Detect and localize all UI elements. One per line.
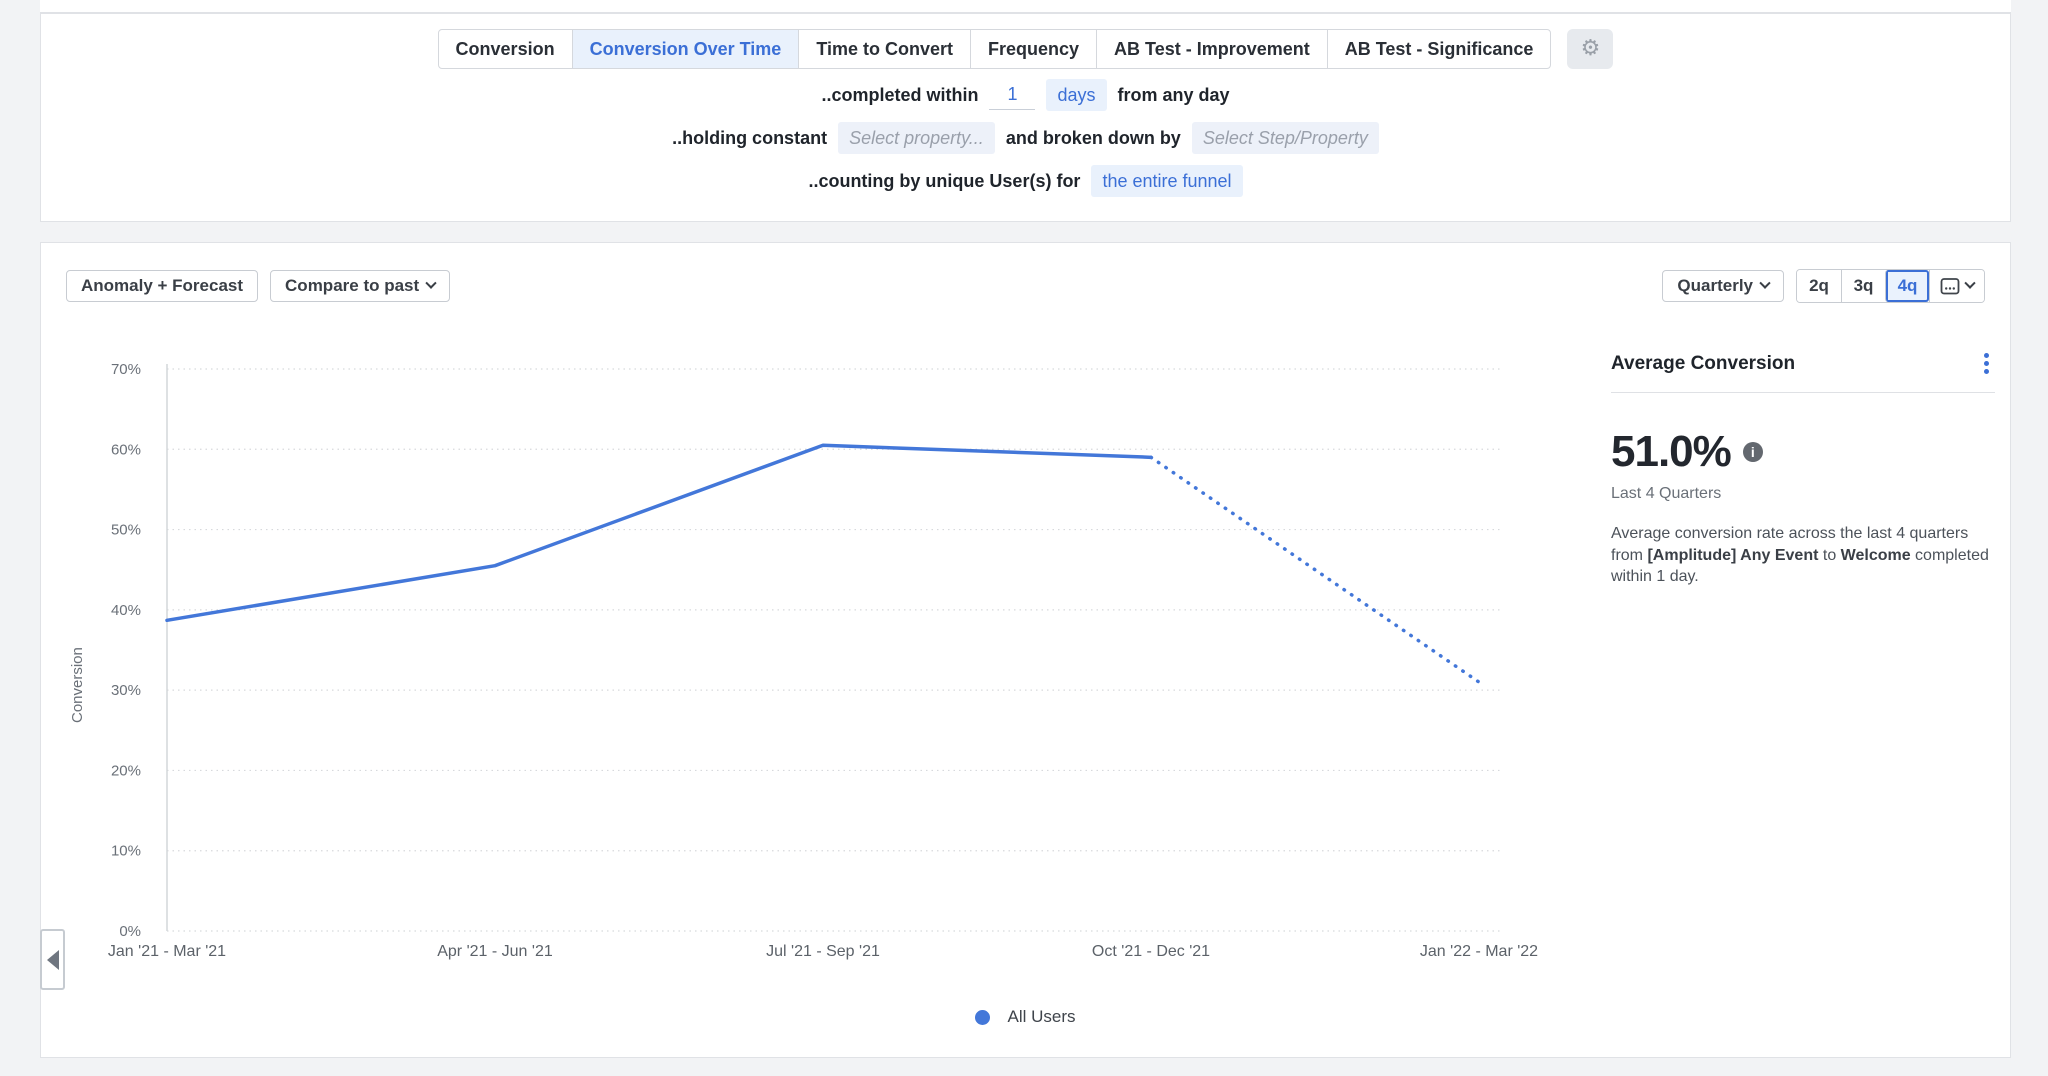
range-4q-button[interactable]: 4q (1885, 270, 1929, 302)
page: Conversion Conversion Over Time Time to … (0, 0, 2048, 1076)
range-3q-button[interactable]: 3q (1841, 270, 1885, 302)
svg-text:30%: 30% (111, 682, 141, 699)
holding-constant-label: ..holding constant (672, 128, 827, 149)
average-conversion-panel: Average Conversion 51.0% i Last 4 Quarte… (1611, 349, 1995, 588)
tab-ab-test-improvement[interactable]: AB Test - Improvement (1096, 29, 1328, 69)
chart-settings-button[interactable]: ⚙ (1567, 29, 1613, 69)
broken-down-by-label: and broken down by (1006, 128, 1181, 149)
svg-text:Oct '21 - Dec '21: Oct '21 - Dec '21 (1092, 943, 1210, 960)
info-icon[interactable]: i (1743, 442, 1763, 462)
view-tab-group: Conversion Conversion Over Time Time to … (438, 29, 1552, 69)
svg-text:60%: 60% (111, 441, 141, 458)
interval-dropdown[interactable]: Quarterly (1662, 270, 1784, 302)
svg-text:20%: 20% (111, 762, 141, 779)
chevron-down-icon (1759, 278, 1770, 289)
triangle-left-icon (47, 950, 59, 970)
summary-value-row: 51.0% i (1611, 427, 1995, 477)
counting-by-row: ..counting by unique User(s) for the ent… (41, 164, 2010, 198)
custom-date-range-button[interactable] (1929, 270, 1984, 302)
tab-conversion[interactable]: Conversion (438, 29, 573, 69)
svg-text:50%: 50% (111, 522, 141, 539)
svg-text:10%: 10% (111, 843, 141, 860)
svg-text:Jul '21 - Sep '21: Jul '21 - Sep '21 (766, 943, 880, 960)
chart-toolbar: Anomaly + Forecast Compare to past Quart… (66, 269, 1985, 303)
from-any-day-label: from any day (1118, 85, 1230, 106)
interval-label: Quarterly (1677, 276, 1753, 296)
chevron-down-icon (426, 278, 437, 289)
calendar-icon (1940, 277, 1960, 295)
summary-title: Average Conversion (1611, 353, 1795, 375)
gear-icon: ⚙ (1581, 38, 1601, 60)
svg-text:Jan '21 - Mar '21: Jan '21 - Mar '21 (108, 943, 226, 960)
svg-text:70%: 70% (111, 361, 141, 378)
completed-within-row: ..completed within days from any day (41, 78, 2010, 112)
completed-within-value-input[interactable] (989, 80, 1035, 110)
y-axis-title: Conversion (69, 647, 86, 723)
svg-text:Jan '22 - Mar '22: Jan '22 - Mar '22 (1420, 943, 1538, 960)
compare-to-past-label: Compare to past (285, 276, 419, 296)
view-tabs-row: Conversion Conversion Over Time Time to … (41, 29, 2010, 69)
completed-within-label: ..completed within (821, 85, 978, 106)
anomaly-forecast-button[interactable]: Anomaly + Forecast (66, 270, 258, 302)
holding-constant-property-select[interactable]: Select property... (838, 122, 995, 154)
chart-legend[interactable]: All Users (41, 1007, 2010, 1027)
toolbar-left-group: Anomaly + Forecast Compare to past (66, 270, 450, 302)
entire-funnel-dropdown[interactable]: the entire funnel (1091, 165, 1242, 197)
counting-by-label: ..counting by unique User(s) for (808, 171, 1080, 192)
date-range-segmented-control: 2q 3q 4q (1796, 269, 1985, 303)
svg-text:40%: 40% (111, 602, 141, 619)
legend-color-dot (975, 1010, 990, 1025)
svg-text:Apr '21 - Jun '21: Apr '21 - Jun '21 (437, 943, 553, 960)
compare-to-past-dropdown[interactable]: Compare to past (270, 270, 450, 302)
summary-header: Average Conversion (1611, 349, 1995, 378)
summary-period: Last 4 Quarters (1611, 485, 1995, 503)
tab-frequency[interactable]: Frequency (970, 29, 1097, 69)
chart-card: Anomaly + Forecast Compare to past Quart… (40, 242, 2011, 1058)
range-2q-button[interactable]: 2q (1797, 270, 1841, 302)
completed-within-unit-dropdown[interactable]: days (1046, 79, 1106, 111)
tab-time-to-convert[interactable]: Time to Convert (798, 29, 971, 69)
funnel-controls-card: Conversion Conversion Over Time Time to … (40, 13, 2011, 222)
legend-series-label: All Users (1007, 1007, 1075, 1027)
conversion-over-time-chart[interactable]: 0% 10% 20% 30% 40% 50% 60% 70% Jan '21 - Mar '21… (41, 338, 1601, 988)
breakdown-step-property-select[interactable]: Select Step/Property (1192, 122, 1379, 154)
average-conversion-value: 51.0% (1611, 427, 1731, 477)
summary-divider (1611, 392, 1995, 393)
tab-ab-test-significance[interactable]: AB Test - Significance (1327, 29, 1552, 69)
kebab-menu-icon[interactable] (1978, 349, 1995, 378)
svg-text:0%: 0% (119, 923, 141, 940)
toolbar-right-group: Quarterly 2q 3q 4q (1662, 269, 1985, 303)
holding-constant-row: ..holding constant Select property... an… (41, 121, 2010, 155)
tab-conversion-over-time[interactable]: Conversion Over Time (572, 29, 800, 69)
chevron-down-icon (1964, 278, 1975, 289)
collapse-panel-handle[interactable] (40, 929, 65, 990)
line-chart-svg: 0% 10% 20% 30% 40% 50% 60% 70% Jan '21 - Mar '21… (41, 338, 1601, 988)
summary-description: Average conversion rate across the last … (1611, 523, 1995, 588)
top-strip (40, 0, 2011, 13)
